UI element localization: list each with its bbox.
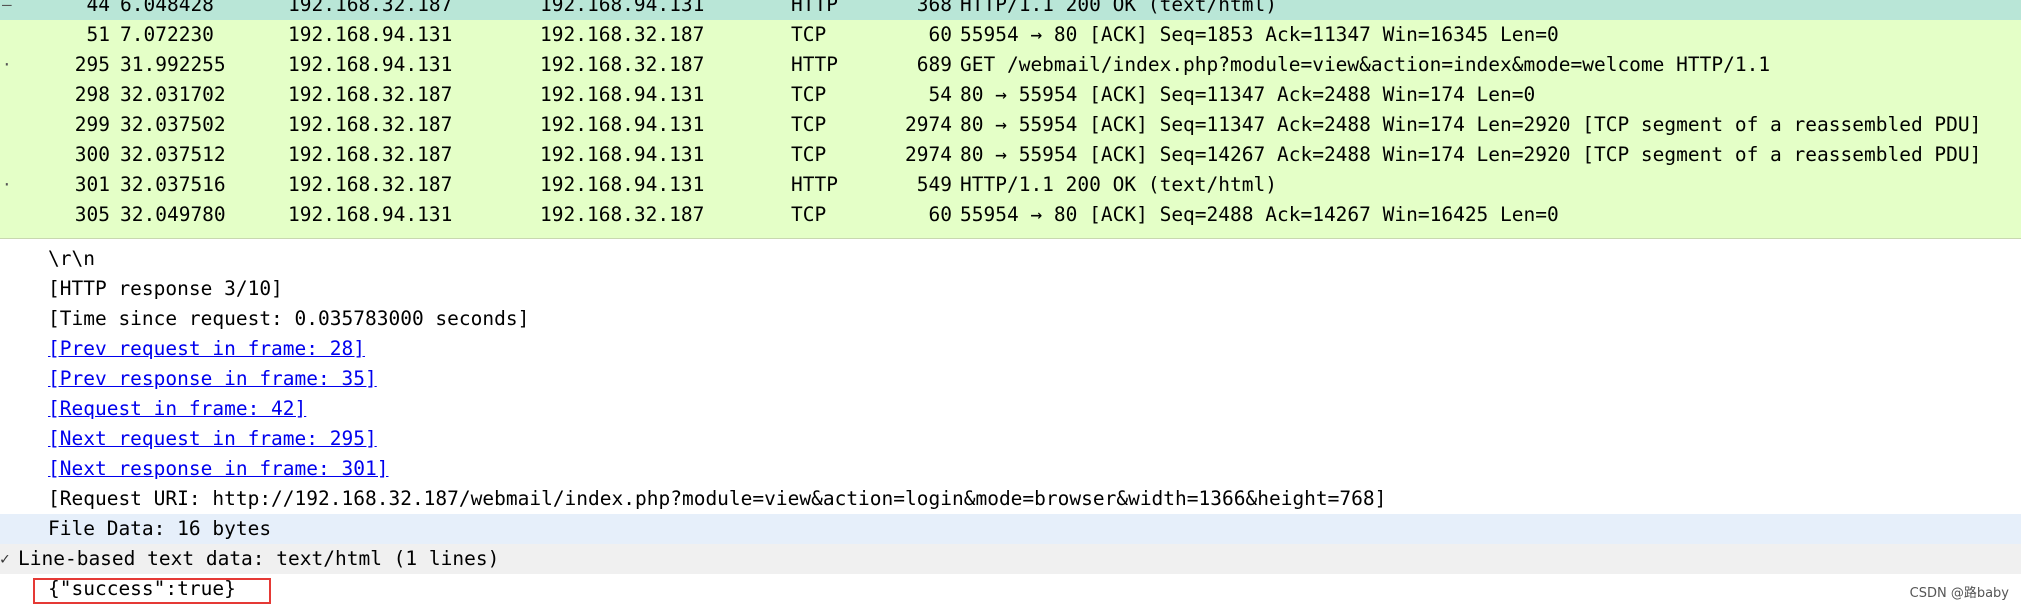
packet-row[interactable]: 299 32.037502 192.168.32.187 192.168.94.131…	[0, 110, 2021, 140]
packet-length: 2974	[905, 143, 952, 166]
packet-protocol: TCP	[791, 83, 827, 106]
packet-destination: 192.168.94.131	[540, 143, 705, 166]
packet-info: 80 → 55954 [ACK] Seq=14267 Ack=2488 Win=…	[960, 143, 1982, 166]
highlight-annotation-box	[33, 578, 271, 604]
row-marker: ·	[2, 175, 12, 194]
packet-protocol: TCP	[791, 203, 827, 226]
detail-crlf-text: \r\n	[48, 247, 95, 270]
packet-row[interactable]: — 44 6.048428 192.168.32.187 192.168.94.131 H…	[0, 0, 2021, 20]
packet-row[interactable]: · 295 31.992255 192.168.94.131 192.168.32.18…	[0, 50, 2021, 80]
packet-length: 60	[928, 203, 952, 226]
packet-time: 32.037516	[120, 173, 226, 196]
packet-number: 299	[74, 113, 110, 136]
expand-arrow-icon[interactable]: ✓	[0, 544, 10, 574]
packet-number: 305	[74, 203, 110, 226]
packet-length: 689	[916, 53, 952, 76]
packet-length: 2974	[905, 113, 952, 136]
detail-file-data-text: File Data: 16 bytes	[48, 517, 272, 540]
packet-time: 7.072230	[120, 23, 214, 46]
packet-list: — 44 6.048428 192.168.32.187 192.168.94.131 H…	[0, 0, 2021, 239]
packet-source: 192.168.94.131	[288, 53, 453, 76]
next-request-link-text[interactable]: [Next request in frame: 295]	[48, 424, 377, 454]
packet-protocol: TCP	[791, 23, 827, 46]
detail-crlf[interactable]: \r\n	[0, 244, 2021, 274]
detail-request-uri-text: [Request URI: http://192.168.32.187/webm…	[48, 487, 1387, 510]
detail-http-response[interactable]: [HTTP response 3/10]	[0, 274, 2021, 304]
row-marker: —	[2, 0, 12, 14]
packet-protocol: HTTP	[791, 0, 838, 16]
detail-prev-response-link[interactable]: [Prev response in frame: 35]	[0, 364, 2021, 394]
packet-info: 55954 → 80 [ACK] Seq=2488 Ack=14267 Win=…	[960, 203, 1559, 226]
next-response-link-text[interactable]: [Next response in frame: 301]	[48, 454, 388, 484]
packet-destination: 192.168.94.131	[540, 173, 705, 196]
packet-protocol: HTTP	[791, 53, 838, 76]
packet-source: 192.168.94.131	[288, 203, 453, 226]
prev-request-link-text[interactable]: [Prev request in frame: 28]	[48, 334, 365, 364]
prev-response-link-text[interactable]: [Prev response in frame: 35]	[48, 364, 377, 394]
packet-source: 192.168.32.187	[288, 173, 453, 196]
packet-info: HTTP/1.1 200 OK (text/html)	[960, 0, 1277, 16]
detail-prev-request-link[interactable]: [Prev request in frame: 28]	[0, 334, 2021, 364]
packet-protocol: HTTP	[791, 173, 838, 196]
packet-time: 31.992255	[120, 53, 226, 76]
packet-time: 6.048428	[120, 0, 214, 16]
row-marker: ·	[2, 55, 12, 74]
packet-length: 54	[928, 83, 952, 106]
detail-time-since-request[interactable]: [Time since request: 0.035783000 seconds…	[0, 304, 2021, 334]
packet-info: HTTP/1.1 200 OK (text/html)	[960, 173, 1277, 196]
packet-destination: 192.168.94.131	[540, 0, 705, 16]
packet-row[interactable]: 298 32.031702 192.168.32.187 192.168.94.131…	[0, 80, 2021, 110]
packet-source: 192.168.32.187	[288, 83, 453, 106]
packet-row[interactable]: · 301 32.037516 192.168.32.187 192.168.94.13…	[0, 170, 2021, 200]
detail-request-in-frame-link[interactable]: [Request in frame: 42]	[0, 394, 2021, 424]
packet-time: 32.031702	[120, 83, 226, 106]
packet-destination: 192.168.94.131	[540, 83, 705, 106]
detail-file-data[interactable]: File Data: 16 bytes	[0, 514, 2021, 544]
packet-destination: 192.168.32.187	[540, 203, 705, 226]
packet-row[interactable]: 300 32.037512 192.168.32.187 192.168.94.131…	[0, 140, 2021, 170]
detail-next-request-link[interactable]: [Next request in frame: 295]	[0, 424, 2021, 454]
packet-source: 192.168.32.187	[288, 0, 453, 16]
packet-source: 192.168.32.187	[288, 113, 453, 136]
packet-number: 51	[86, 23, 110, 46]
packet-info: 80 → 55954 [ACK] Seq=11347 Ack=2488 Win=…	[960, 113, 1982, 136]
detail-time-since-request-text: [Time since request: 0.035783000 seconds…	[48, 307, 530, 330]
detail-request-uri[interactable]: [Request URI: http://192.168.32.187/webm…	[0, 484, 2021, 514]
packet-details-pane: \r\n [HTTP response 3/10] [Time since re…	[0, 240, 2021, 609]
packet-protocol: TCP	[791, 113, 827, 136]
packet-length: 60	[928, 23, 952, 46]
request-in-frame-link-text[interactable]: [Request in frame: 42]	[48, 394, 306, 424]
packet-length: 368	[916, 0, 952, 16]
section-label: Line-based text data: text/html (1 lines…	[18, 547, 500, 570]
detail-line-based-text-section[interactable]: ✓ Line-based text data: text/html (1 lin…	[0, 544, 2021, 574]
detail-next-response-link[interactable]: [Next response in frame: 301]	[0, 454, 2021, 484]
packet-number: 44	[86, 0, 110, 16]
packet-time: 32.037512	[120, 143, 226, 166]
packet-destination: 192.168.32.187	[540, 53, 705, 76]
packet-info: GET /webmail/index.php?module=view&actio…	[960, 53, 1771, 76]
detail-http-response-text: [HTTP response 3/10]	[48, 277, 283, 300]
packet-time: 32.049780	[120, 203, 226, 226]
packet-source: 192.168.32.187	[288, 143, 453, 166]
packet-protocol: TCP	[791, 143, 827, 166]
packet-number: 298	[74, 83, 110, 106]
packet-destination: 192.168.32.187	[540, 23, 705, 46]
packet-number: 300	[74, 143, 110, 166]
packet-number: 301	[74, 173, 110, 196]
packet-number: 295	[74, 53, 110, 76]
watermark: CSDN @路baby	[1909, 586, 2009, 601]
packet-row[interactable]: 305 32.049780 192.168.94.131 192.168.32.187…	[0, 200, 2021, 230]
packet-row[interactable]: 51 7.072230 192.168.94.131 192.168.32.187 TC…	[0, 20, 2021, 50]
detail-body-text[interactable]: {"success":true}	[0, 574, 2021, 604]
packet-length: 549	[916, 173, 952, 196]
packet-info: 80 → 55954 [ACK] Seq=11347 Ack=2488 Win=…	[960, 83, 1536, 106]
packet-destination: 192.168.94.131	[540, 113, 705, 136]
packet-info: 55954 → 80 [ACK] Seq=1853 Ack=11347 Win=…	[960, 23, 1559, 46]
packet-source: 192.168.94.131	[288, 23, 453, 46]
packet-time: 32.037502	[120, 113, 226, 136]
